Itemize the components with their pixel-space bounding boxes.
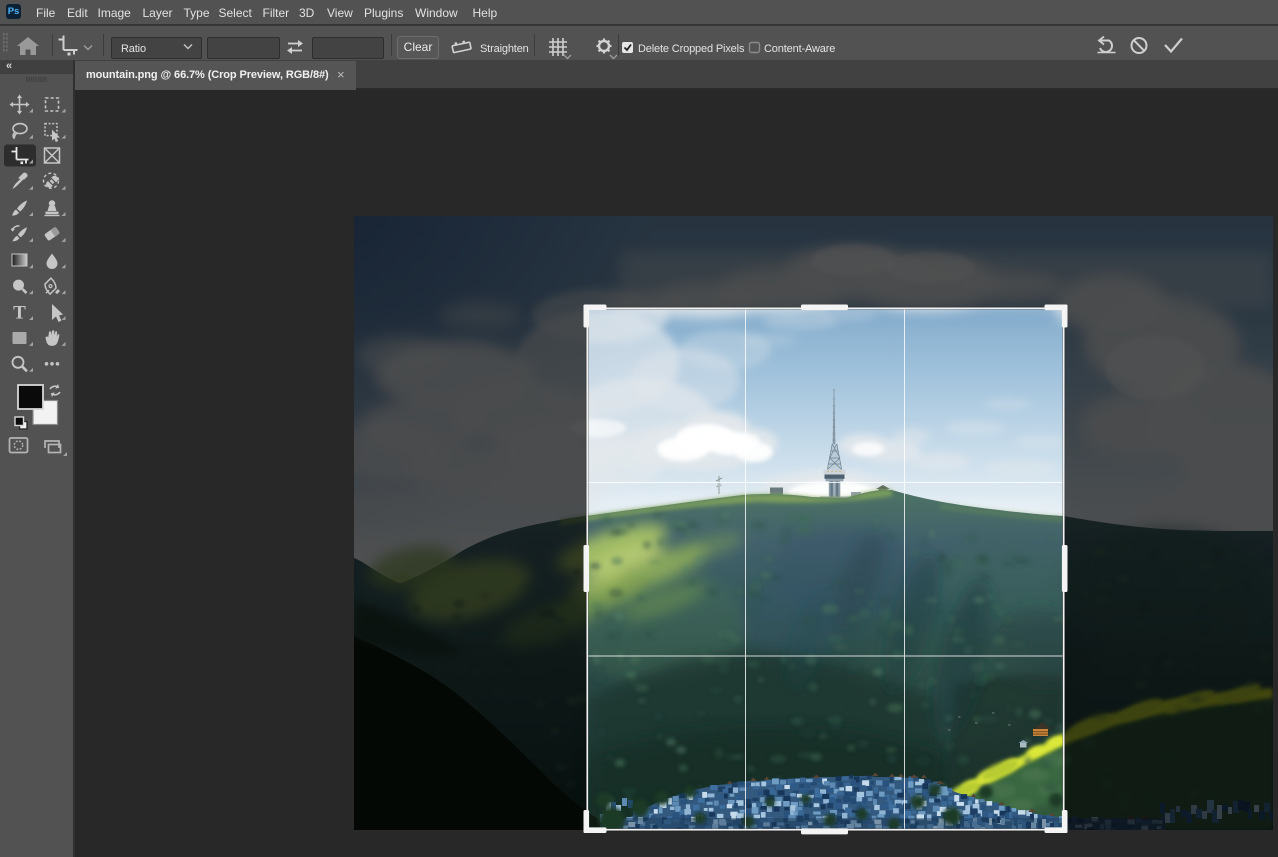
svg-text:T: T xyxy=(13,303,26,324)
